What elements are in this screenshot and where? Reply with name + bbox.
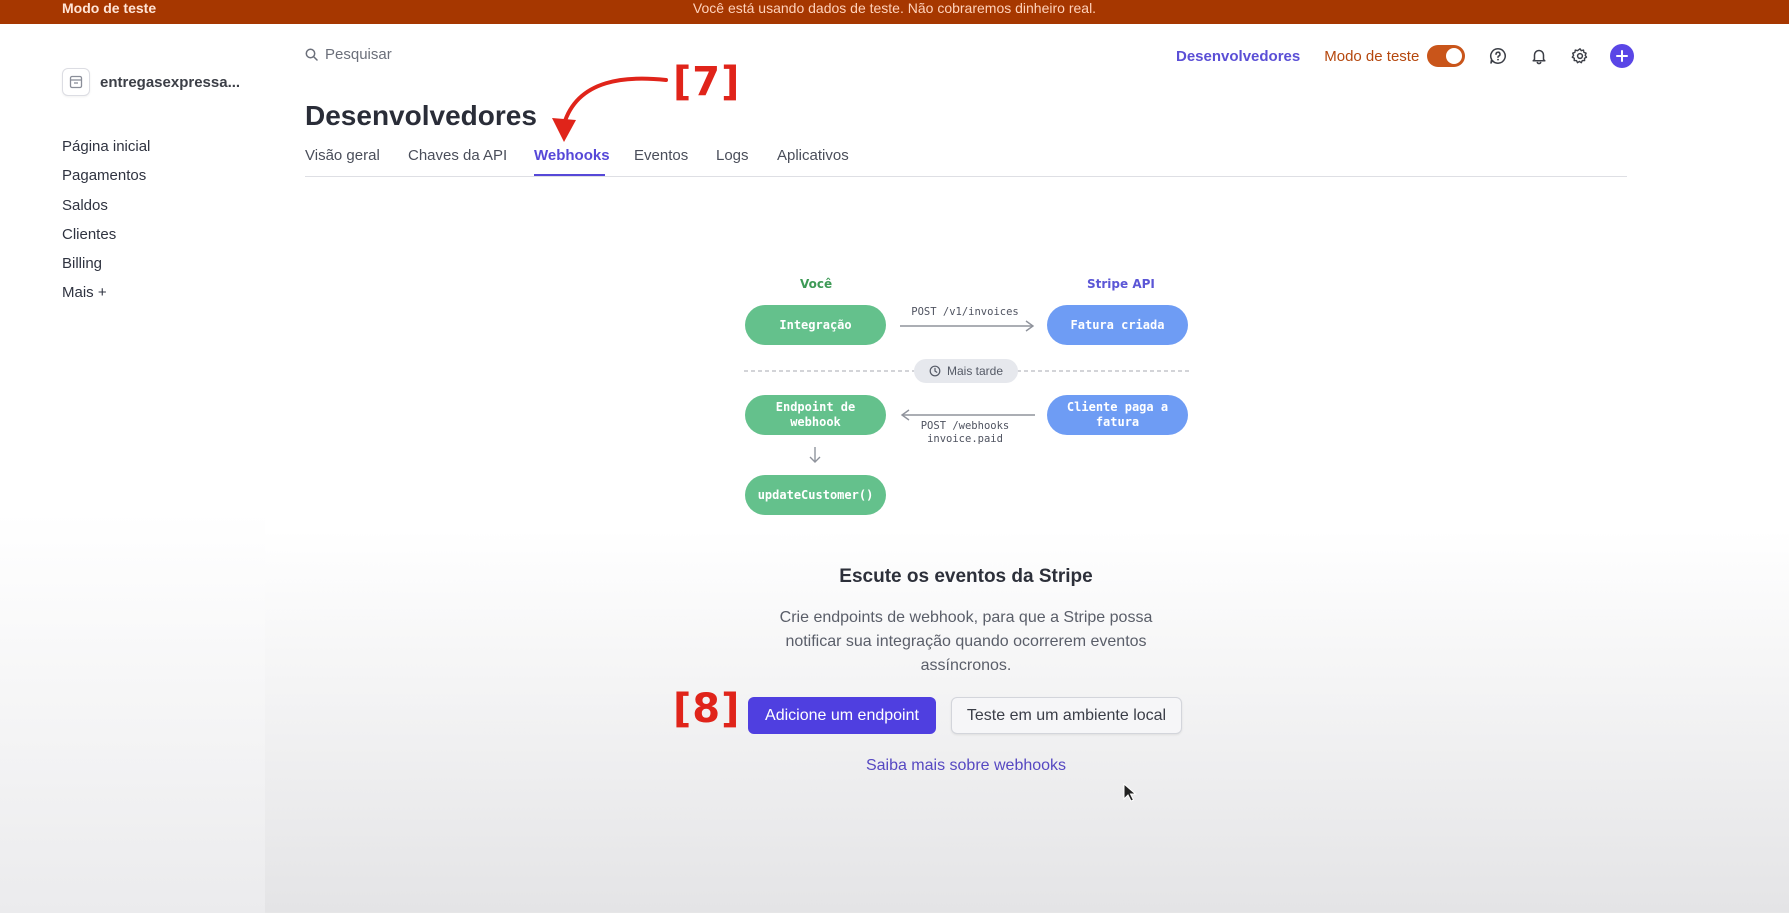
sidebar-item-billing[interactable]: Billing xyxy=(62,255,150,284)
developers-link[interactable]: Desenvolvedores xyxy=(1176,48,1300,65)
webhook-flow-diagram: Você Stripe API Integração POST /v1/invo… xyxy=(730,265,1202,525)
post-invoices-label: POST /v1/invoices xyxy=(911,306,1019,318)
tab-api-keys[interactable]: Chaves da API xyxy=(408,147,507,164)
you-label: Você xyxy=(800,277,833,291)
tab-logs[interactable]: Logs xyxy=(716,147,749,164)
invoice-created-label: Fatura criada xyxy=(1070,317,1165,332)
update-customer-node: updateCustomer() xyxy=(745,475,886,515)
sidebar-item-home[interactable]: Página inicial xyxy=(62,138,150,167)
sidebar: entregasexpressa... Página inicial Pagam… xyxy=(0,24,265,913)
webhook-endpoint-node: Endpoint de webhook xyxy=(745,395,886,435)
integration-label: Integração xyxy=(779,317,852,332)
later-badge: Mais tarde xyxy=(914,359,1018,383)
stripe-api-label: Stripe API xyxy=(1087,277,1155,291)
account-switcher[interactable]: entregasexpressa... xyxy=(62,68,240,96)
update-customer-label: updateCustomer() xyxy=(757,487,874,502)
customer-pays-line2: fatura xyxy=(1095,415,1140,429)
add-endpoint-button[interactable]: Adicione um endpoint xyxy=(748,697,936,734)
customer-pays-node: Cliente paga a fatura xyxy=(1047,395,1188,435)
later-label: Mais tarde xyxy=(946,364,1004,378)
test-mode-label: Modo de teste xyxy=(1324,47,1420,65)
test-mode-banner: Modo de teste Você está usando dados de … xyxy=(0,0,1789,24)
help-icon[interactable] xyxy=(1487,45,1509,67)
annotation-8: [8] xyxy=(673,686,741,732)
clock-icon xyxy=(929,365,941,377)
learn-more-link[interactable]: Saiba mais sobre webhooks xyxy=(0,757,1789,775)
arrow-right-icon xyxy=(900,320,1035,332)
search-icon xyxy=(305,48,318,61)
test-mode-toggle[interactable] xyxy=(1427,45,1466,67)
endpoint-label-line1: Endpoint de xyxy=(775,400,856,414)
customer-pays-line1: Cliente paga a xyxy=(1066,400,1169,414)
annotation-arrow-icon xyxy=(552,76,668,142)
toggle-knob xyxy=(1446,48,1463,64)
bell-icon[interactable] xyxy=(1528,45,1550,67)
sidebar-item-balances[interactable]: Saldos xyxy=(62,197,150,226)
active-tab-indicator xyxy=(534,174,605,176)
page-title: Desenvolvedores xyxy=(305,100,537,131)
integration-node: Integração xyxy=(745,305,886,345)
sidebar-item-customers[interactable]: Clientes xyxy=(62,226,150,255)
post-webhooks-label-line2: invoice.paid xyxy=(927,433,1003,445)
banner-message: Você está usando dados de teste. Não cob… xyxy=(692,0,1097,16)
test-local-button[interactable]: Teste em um ambiente local xyxy=(951,697,1182,734)
post-webhooks-label-line1: POST /webhooks xyxy=(920,420,1010,432)
endpoint-label-line2: webhook xyxy=(790,415,841,429)
invoice-created-node: Fatura criada xyxy=(1047,305,1188,345)
developer-tabs: Visão geral Chaves da API Webhooks Event… xyxy=(305,145,1627,177)
empty-state-title: Escute os eventos da Stripe xyxy=(839,566,1093,587)
plus-icon[interactable] xyxy=(1610,44,1635,68)
header-actions: Desenvolvedores Modo de teste xyxy=(1176,44,1635,68)
arrow-down-icon xyxy=(809,447,821,463)
annotation-7: [7] xyxy=(673,59,741,105)
sidebar-nav: Página inicial Pagamentos Saldos Cliente… xyxy=(62,138,150,314)
tab-overview[interactable]: Visão geral xyxy=(305,147,380,164)
tab-events[interactable]: Eventos xyxy=(634,147,688,164)
sidebar-item-more[interactable]: Mais + xyxy=(62,284,150,313)
search-placeholder: Pesquisar xyxy=(325,46,392,63)
empty-state-description: Crie endpoints de webhook, para que a St… xyxy=(779,609,1153,674)
gear-icon[interactable] xyxy=(1569,45,1591,67)
search-input[interactable]: Pesquisar xyxy=(305,46,392,63)
cursor-icon xyxy=(1123,783,1137,802)
sidebar-item-payments[interactable]: Pagamentos xyxy=(62,167,150,196)
store-icon xyxy=(62,68,90,96)
account-name: entregasexpressa... xyxy=(100,73,241,91)
tab-apps[interactable]: Aplicativos xyxy=(777,147,849,164)
tab-webhooks[interactable]: Webhooks xyxy=(534,147,610,164)
